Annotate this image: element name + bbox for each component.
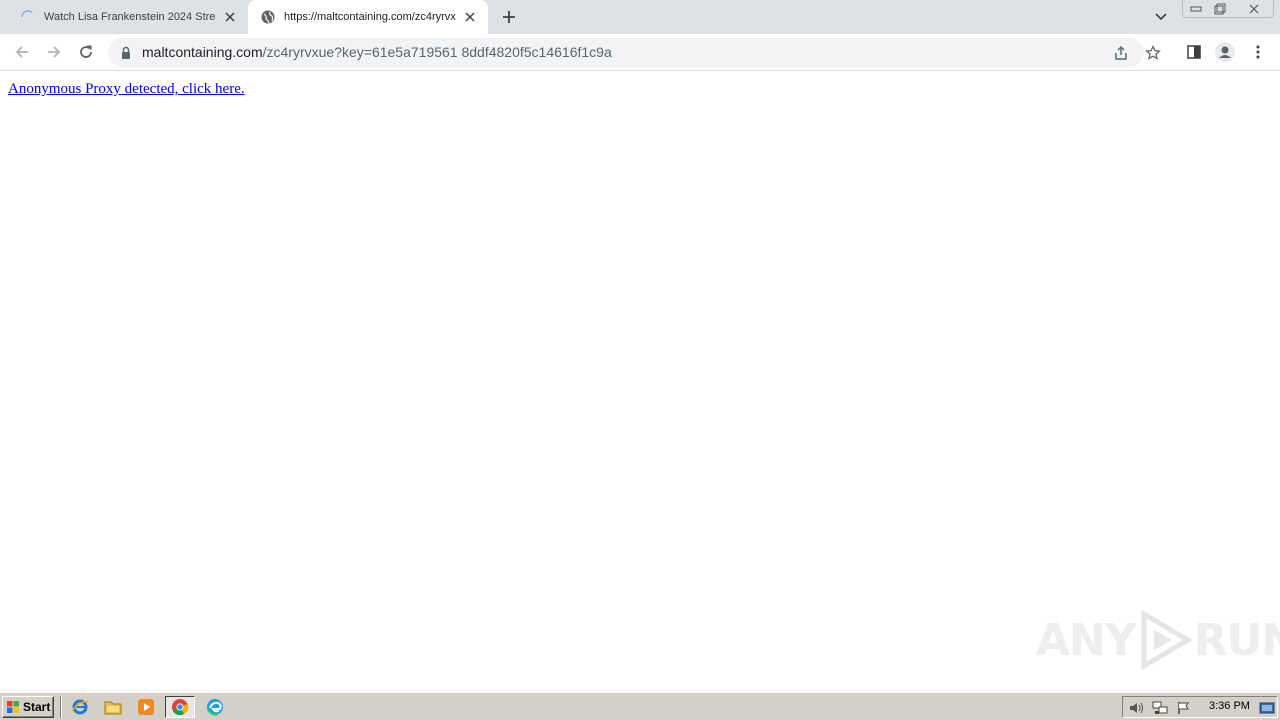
- profile-avatar-icon[interactable]: [1215, 42, 1235, 62]
- url-text: maltcontaining.com/zc4ryrvxue?key=61e5a7…: [142, 44, 612, 60]
- page-content: Anonymous Proxy detected, click here.: [0, 72, 1280, 692]
- network-icon[interactable]: [1152, 700, 1168, 716]
- back-arrow-icon[interactable]: [10, 40, 34, 64]
- globe-icon: [260, 9, 276, 25]
- reload-icon[interactable]: [74, 40, 98, 64]
- internet-explorer-icon[interactable]: [68, 696, 92, 718]
- browser-toolbar: maltcontaining.com/zc4ryrvxue?key=61e5a7…: [0, 34, 1280, 71]
- start-label: Start: [23, 700, 51, 714]
- watermark-right-text: RUN: [1193, 614, 1280, 666]
- menu-kebab-icon[interactable]: [1248, 42, 1268, 62]
- anyrun-watermark: ANY RUN: [1036, 608, 1280, 672]
- play-logo-icon: [1141, 610, 1192, 670]
- new-tab-icon[interactable]: [500, 8, 518, 26]
- taskbar-separator: [60, 696, 62, 718]
- loading-spinner-icon: [20, 9, 36, 25]
- restore-icon[interactable]: [1208, 1, 1232, 17]
- file-explorer-icon[interactable]: [101, 696, 125, 718]
- taskbar: Start 3:36 PM: [0, 692, 1280, 720]
- edge-icon[interactable]: [203, 696, 227, 718]
- tab-title: Watch Lisa Frankenstein 2024 Strea: [44, 11, 216, 23]
- close-tab-icon[interactable]: [222, 9, 238, 25]
- volume-icon[interactable]: [1128, 700, 1144, 716]
- system-tray: 3:36 PM: [1122, 696, 1278, 718]
- url-path: /zc4ryrvxue?key=61e5a719561 8ddf4820f5c1…: [262, 44, 612, 60]
- lock-icon[interactable]: [120, 45, 132, 59]
- tab-strip: Watch Lisa Frankenstein 2024 Strea https…: [0, 0, 1280, 34]
- tab-maltcontaining[interactable]: https://maltcontaining.com/zc4ryrvx: [248, 0, 488, 34]
- chrome-icon[interactable]: [165, 696, 195, 718]
- share-icon[interactable]: [1112, 44, 1130, 62]
- close-window-icon[interactable]: [1242, 1, 1266, 17]
- watermark-left-text: ANY: [1036, 614, 1137, 666]
- tab-lisa-frankenstein[interactable]: Watch Lisa Frankenstein 2024 Strea: [8, 0, 248, 34]
- address-bar[interactable]: maltcontaining.com/zc4ryrvxue?key=61e5a7…: [108, 38, 1161, 67]
- chevron-down-icon[interactable]: [1152, 9, 1170, 25]
- forward-arrow-icon[interactable]: [42, 40, 66, 64]
- show-desktop-icon[interactable]: [1259, 700, 1275, 716]
- bookmark-star-icon[interactable]: [1144, 44, 1162, 62]
- close-tab-icon[interactable]: [462, 9, 478, 25]
- anonymous-proxy-link[interactable]: Anonymous Proxy detected, click here.: [8, 81, 245, 98]
- media-player-icon[interactable]: [134, 696, 158, 718]
- windows-logo-icon: [7, 701, 19, 713]
- action-center-flag-icon[interactable]: [1176, 700, 1192, 716]
- minimize-icon[interactable]: [1184, 1, 1208, 17]
- url-host: maltcontaining.com: [142, 44, 263, 60]
- clock[interactable]: 3:36 PM: [1209, 700, 1250, 712]
- tab-title: https://maltcontaining.com/zc4ryrvx: [284, 11, 456, 23]
- side-panel-icon[interactable]: [1184, 42, 1204, 62]
- start-button[interactable]: Start: [2, 696, 54, 718]
